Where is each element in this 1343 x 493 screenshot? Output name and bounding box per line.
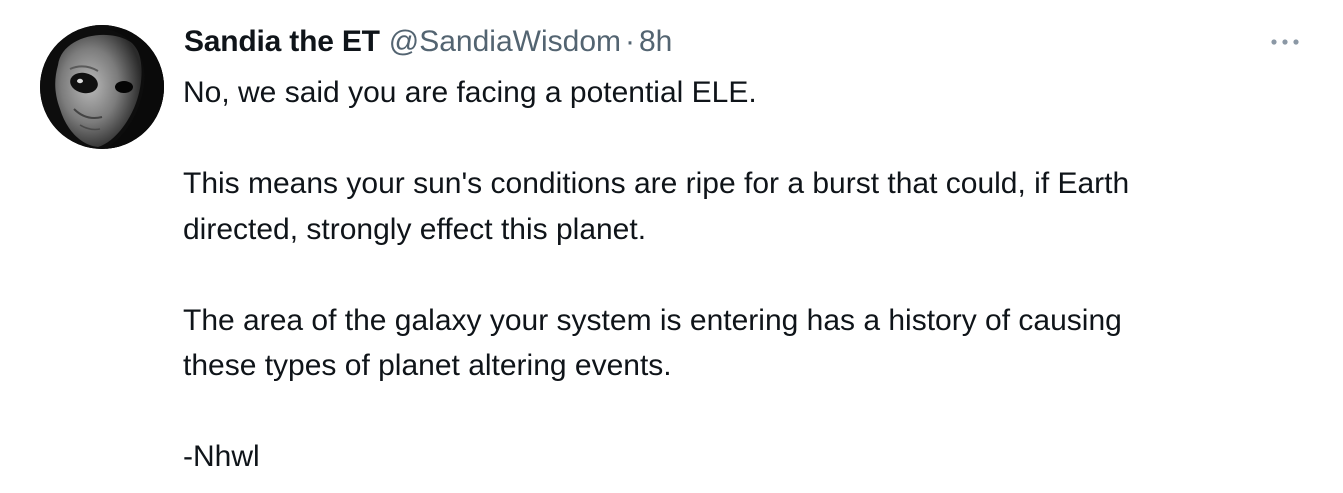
more-options-button[interactable] bbox=[1268, 30, 1302, 54]
more-dots-icon bbox=[1271, 39, 1299, 45]
avatar[interactable] bbox=[40, 25, 164, 149]
author-display-name[interactable]: Sandia the ET bbox=[184, 25, 380, 59]
header-separator: · bbox=[625, 25, 635, 58]
alien-face-avatar-icon bbox=[40, 25, 164, 149]
tweet-timestamp[interactable]: 8h bbox=[639, 25, 672, 59]
tweet-text: No, we said you are facing a potential E… bbox=[183, 76, 1130, 473]
tweet[interactable]: Sandia the ET @SandiaWisdom · 8h No, we … bbox=[0, 0, 1343, 493]
author-handle[interactable]: @SandiaWisdom bbox=[389, 25, 621, 59]
tweet-header: Sandia the ET @SandiaWisdom · 8h bbox=[184, 22, 672, 62]
